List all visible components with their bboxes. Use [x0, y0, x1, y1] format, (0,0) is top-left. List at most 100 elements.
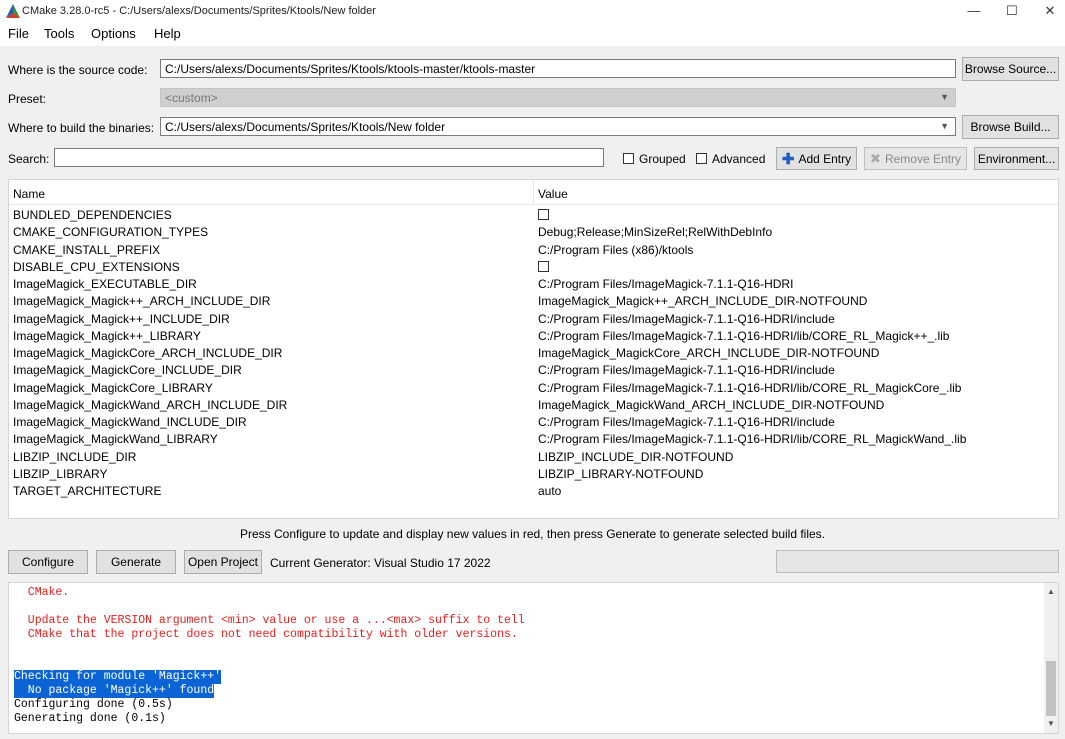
table-row[interactable]: BUNDLED_DEPENDENCIES	[9, 206, 1058, 223]
search-input[interactable]	[54, 148, 604, 167]
log-line: Configuring done (0.5s)	[14, 698, 173, 711]
search-label: Search:	[8, 152, 50, 166]
menu-file[interactable]: File	[8, 26, 29, 41]
cache-entry-name: LIBZIP_LIBRARY	[13, 466, 108, 481]
menu-tools[interactable]: Tools	[44, 26, 74, 41]
scroll-down-icon[interactable]: ▼	[1047, 719, 1055, 728]
build-path-combo[interactable]: C:/Users/alexs/Documents/Sprites/Ktools/…	[160, 117, 956, 136]
cache-entry-value[interactable]: C:/Program Files/ImageMagick-7.1.1-Q16-H…	[538, 277, 793, 291]
table-row[interactable]: ImageMagick_MagickWand_INCLUDE_DIR C:/Pro…	[9, 413, 1058, 430]
cmake-logo-icon	[6, 4, 20, 18]
chevron-down-icon: ▼	[940, 92, 949, 102]
table-row[interactable]: ImageMagick_MagickCore_LIBRARY C:/Program…	[9, 379, 1058, 396]
remove-icon: ✖	[870, 150, 881, 166]
cache-entry-value[interactable]: C:/Program Files/ImageMagick-7.1.1-Q16-H…	[538, 312, 835, 326]
table-row[interactable]: DISABLE_CPU_EXTENSIONS	[9, 258, 1058, 275]
advanced-checkbox[interactable]	[696, 153, 707, 164]
log-line: Generating done (0.1s)	[14, 712, 166, 725]
advanced-label: Advanced	[712, 152, 766, 166]
grouped-label: Grouped	[639, 152, 686, 166]
open-project-button[interactable]: Open Project	[184, 550, 262, 574]
remove-entry-button: ✖ Remove Entry	[864, 147, 967, 170]
table-row[interactable]: ImageMagick_MagickCore_ARCH_INCLUDE_DIR I…	[9, 344, 1058, 361]
table-row[interactable]: CMAKE_INSTALL_PREFIX C:/Program Files (x8…	[9, 241, 1058, 258]
minimize-button[interactable]: —	[957, 0, 991, 22]
source-label: Where is the source code:	[8, 63, 148, 77]
browse-source-button[interactable]: Browse Source...	[962, 57, 1059, 81]
log-scrollbar[interactable]: ▲ ▼	[1044, 583, 1058, 733]
cache-entry-value[interactable]: C:/Program Files/ImageMagick-7.1.1-Q16-H…	[538, 329, 949, 343]
cache-entry-value[interactable]: ImageMagick_Magick++_ARCH_INCLUDE_DIR-NO…	[538, 294, 867, 308]
cache-entry-name: ImageMagick_MagickCore_LIBRARY	[13, 380, 213, 395]
table-body: BUNDLED_DEPENDENCIES CMAKE_CONFIGURATION_…	[9, 206, 1058, 516]
log-line: Checking for module 'Magick++'	[14, 670, 222, 684]
cache-entry-name: CMAKE_CONFIGURATION_TYPES	[13, 225, 209, 240]
cache-entry-name: ImageMagick_MagickWand_ARCH_INCLUDE_DIR	[13, 397, 288, 412]
maximize-button[interactable]: ☐	[995, 0, 1029, 22]
table-row[interactable]: ImageMagick_Magick++_ARCH_INCLUDE_DIR Ima…	[9, 292, 1058, 309]
table-row[interactable]: ImageMagick_MagickWand_LIBRARY C:/Program…	[9, 430, 1058, 447]
cache-entry-name: ImageMagick_EXECUTABLE_DIR	[13, 277, 197, 291]
cache-entry-name: TARGET_ARCHITECTURE	[13, 484, 162, 498]
table-row[interactable]: ImageMagick_MagickWand_ARCH_INCLUDE_DIR I…	[9, 396, 1058, 413]
environment-button[interactable]: Environment...	[974, 147, 1059, 170]
cache-entry-name: BUNDLED_DEPENDENCIES	[13, 208, 172, 222]
generate-button[interactable]: Generate	[96, 550, 176, 574]
column-divider	[533, 180, 534, 204]
chevron-down-icon[interactable]: ▼	[940, 121, 949, 131]
grouped-checkbox[interactable]	[623, 153, 634, 164]
table-row[interactable]: TARGET_ARCHITECTURE auto	[9, 482, 1058, 499]
remove-entry-label: Remove Entry	[884, 151, 961, 166]
cache-entry-value[interactable]: LIBZIP_LIBRARY-NOTFOUND	[538, 467, 703, 481]
table-row[interactable]: ImageMagick_MagickCore_INCLUDE_DIR C:/Pro…	[9, 361, 1058, 378]
cache-entry-value[interactable]: C:/Program Files/ImageMagick-7.1.1-Q16-H…	[538, 415, 835, 429]
source-path-field[interactable]: C:/Users/alexs/Documents/Sprites/Ktools/…	[160, 59, 956, 78]
value-checkbox[interactable]	[538, 209, 549, 220]
scroll-up-icon[interactable]: ▲	[1047, 587, 1055, 596]
table-row[interactable]: ImageMagick_Magick++_INCLUDE_DIR C:/Progr…	[9, 310, 1058, 327]
close-button[interactable]: ✕	[1033, 0, 1065, 22]
log-line: CMake that the project does not need com…	[14, 628, 518, 641]
cache-entry-value[interactable]: LIBZIP_INCLUDE_DIR-NOTFOUND	[538, 450, 733, 464]
cache-table[interactable]: Name Value BUNDLED_DEPENDENCIES CMAKE_CON…	[8, 179, 1059, 519]
plus-icon: ✚	[781, 150, 795, 168]
add-entry-button[interactable]: ✚ Add Entry	[776, 147, 857, 170]
cache-entry-value[interactable]: auto	[538, 484, 561, 498]
log-line: CMake.	[14, 586, 70, 599]
menu-help[interactable]: Help	[154, 26, 181, 41]
value-checkbox[interactable]	[538, 260, 549, 272]
table-row[interactable]: ImageMagick_EXECUTABLE_DIR C:/Program Fil…	[9, 275, 1058, 292]
cache-entry-name: ImageMagick_Magick++_LIBRARY	[13, 328, 201, 343]
configure-button[interactable]: Configure	[8, 550, 88, 574]
table-row[interactable]: CMAKE_CONFIGURATION_TYPES Debug;Release;M…	[9, 223, 1058, 240]
window-title: CMake 3.28.0-rc5 - C:/Users/alexs/Docume…	[22, 5, 376, 17]
add-entry-label: Add Entry	[798, 151, 852, 166]
cache-entry-name: ImageMagick_MagickWand_INCLUDE_DIR	[13, 415, 247, 429]
cache-entry-value[interactable]: C:/Program Files/ImageMagick-7.1.1-Q16-H…	[538, 381, 961, 395]
progress-bar	[776, 550, 1059, 573]
preset-value: <custom>	[165, 91, 218, 105]
log-line: Update the VERSION argument <min> value …	[14, 614, 525, 627]
cache-entry-value[interactable]: Debug;Release;MinSizeRel;RelWithDebInfo	[538, 225, 772, 239]
cache-entry-value[interactable]: ImageMagick_MagickCore_ARCH_INCLUDE_DIR-…	[538, 346, 879, 360]
cache-entry-name: ImageMagick_MagickCore_ARCH_INCLUDE_DIR	[13, 346, 283, 360]
header-value[interactable]: Value	[538, 187, 568, 201]
table-row[interactable]: LIBZIP_INCLUDE_DIR LIBZIP_INCLUDE_DIR-NOT…	[9, 448, 1058, 465]
cache-entry-value[interactable]: C:/Program Files/ImageMagick-7.1.1-Q16-H…	[538, 432, 966, 446]
header-name[interactable]: Name	[13, 187, 45, 201]
table-row[interactable]: ImageMagick_Magick++_LIBRARY C:/Program F…	[9, 327, 1058, 344]
cache-entry-value[interactable]: C:/Program Files/ImageMagick-7.1.1-Q16-H…	[538, 363, 835, 377]
menu-options[interactable]: Options	[91, 26, 136, 41]
scroll-thumb[interactable]	[1046, 661, 1056, 716]
build-label: Where to build the binaries:	[8, 121, 155, 135]
cache-entry-value[interactable]: C:/Program Files (x86)/ktools	[538, 243, 693, 257]
cache-entry-name: ImageMagick_Magick++_ARCH_INCLUDE_DIR	[13, 294, 271, 309]
log-line: No package 'Magick++' found	[14, 684, 215, 698]
hint-text: Press Configure to update and display ne…	[239, 527, 826, 541]
browse-build-button[interactable]: Browse Build...	[962, 115, 1059, 139]
current-generator-text: Current Generator: Visual Studio 17 2022	[270, 556, 491, 570]
table-row[interactable]: LIBZIP_LIBRARY LIBZIP_LIBRARY-NOTFOUND	[9, 465, 1058, 482]
output-log[interactable]: CMake. Update the VERSION argument <min>…	[8, 582, 1059, 734]
cache-entry-name: ImageMagick_Magick++_INCLUDE_DIR	[13, 311, 230, 326]
cache-entry-value[interactable]: ImageMagick_MagickWand_ARCH_INCLUDE_DIR-…	[538, 398, 884, 412]
